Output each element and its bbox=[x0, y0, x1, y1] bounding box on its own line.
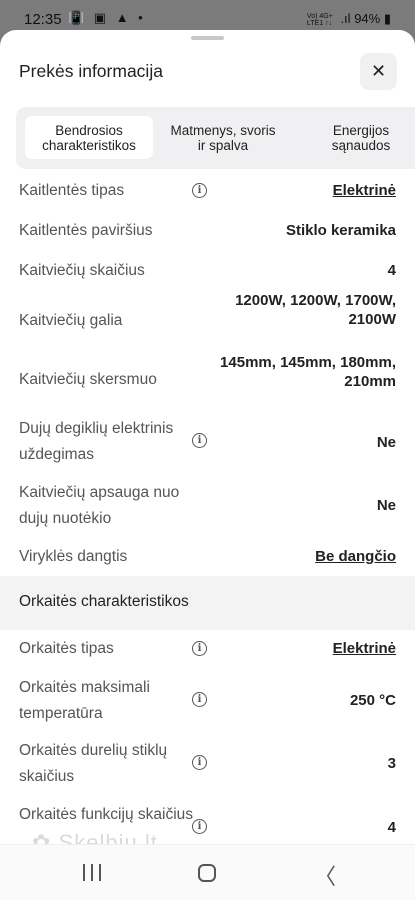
spec-value-link[interactable]: Elektrinė bbox=[206, 639, 396, 658]
info-icon[interactable]: i bbox=[192, 433, 207, 448]
section-title: Orkaitės charakteristikos bbox=[19, 593, 189, 610]
spec-value-link[interactable]: Be dangčio bbox=[206, 547, 396, 566]
spec-value: Ne bbox=[376, 434, 396, 451]
battery-icon: ▮ bbox=[383, 11, 391, 26]
spec-value: Ne bbox=[376, 497, 396, 514]
spec-value: 4 bbox=[387, 819, 396, 836]
info-icon[interactable]: i bbox=[192, 755, 207, 770]
notification-icons: 📳 ▣ ▲ • bbox=[68, 10, 146, 25]
spec-label: Orkaitės maksimali temperatūra bbox=[19, 679, 150, 722]
sheet-title: Prekės informacija bbox=[19, 61, 163, 81]
spec-value: 3 bbox=[387, 755, 396, 772]
close-icon: ✕ bbox=[370, 61, 387, 81]
status-time: 12:35 bbox=[24, 11, 62, 28]
android-nav-bar: 〈 bbox=[0, 844, 415, 900]
spec-label: Orkaitės durelių stiklų skaičius bbox=[19, 742, 168, 785]
specs-list[interactable]: Kaitlentės tipas i Elektrinė Kaitlentės … bbox=[0, 178, 415, 842]
back-icon[interactable]: 〈 bbox=[314, 859, 336, 891]
spec-label: Kaitviečių apsauga nuo dujų nuotėkio bbox=[19, 484, 180, 527]
spec-label: Kaitlentės tipas bbox=[19, 182, 125, 199]
spec-value: 250 °C bbox=[349, 692, 396, 709]
drag-handle[interactable] bbox=[191, 36, 224, 40]
spec-label: Dujų degiklių elektrinis uždegimas bbox=[19, 420, 174, 463]
spec-label: Kaitlentės paviršius bbox=[19, 222, 153, 239]
close-button[interactable]: ✕ bbox=[360, 53, 397, 90]
tab-general[interactable]: Bendrosios charakteristikos bbox=[25, 116, 153, 159]
spec-label: Kaitviečių skersmuo bbox=[19, 371, 157, 388]
tab-dimensions[interactable]: Matmenys, svoris ir spalva bbox=[168, 116, 278, 159]
spec-value: 1200W, 1200W, 1700W, 2100W bbox=[235, 292, 396, 328]
network-type-icon: Vo) 4G+ LTE1 ↑↓ bbox=[306, 12, 333, 27]
tab-bar: Bendrosios charakteristikos Matmenys, sv… bbox=[16, 107, 415, 169]
status-right: Vo) 4G+ LTE1 ↑↓ .ıl 94% ▮ bbox=[307, 11, 391, 27]
spec-value-link[interactable]: Elektrinė bbox=[206, 181, 396, 200]
spec-value: Stiklo keramika bbox=[285, 222, 396, 239]
spec-label: Kaitviečių skaičius bbox=[19, 262, 145, 279]
spec-label: Orkaitės funkcijų skaičius bbox=[19, 806, 194, 823]
section-header: Orkaitės charakteristikos bbox=[0, 576, 415, 630]
spec-label: Orkaitės tipas bbox=[19, 640, 114, 657]
product-info-sheet: Prekės informacija ✕ Bendrosios charakte… bbox=[0, 30, 415, 900]
spec-value: 4 bbox=[387, 262, 396, 279]
info-icon[interactable]: i bbox=[192, 641, 207, 656]
tab-energy[interactable]: Energijos sąnaudos bbox=[311, 116, 411, 159]
signal-icon: .ıl bbox=[340, 11, 351, 26]
info-icon[interactable]: i bbox=[192, 692, 207, 707]
spec-label: Viryklės dangtis bbox=[19, 548, 128, 565]
recents-icon[interactable] bbox=[83, 864, 101, 881]
home-icon[interactable] bbox=[198, 864, 216, 882]
battery-level: 94% bbox=[354, 11, 381, 26]
spec-label: Kaitviečių galia bbox=[19, 312, 123, 329]
spec-value: 145mm, 145mm, 180mm, 210mm bbox=[220, 354, 396, 390]
info-icon[interactable]: i bbox=[192, 183, 207, 198]
info-icon[interactable]: i bbox=[192, 819, 207, 834]
